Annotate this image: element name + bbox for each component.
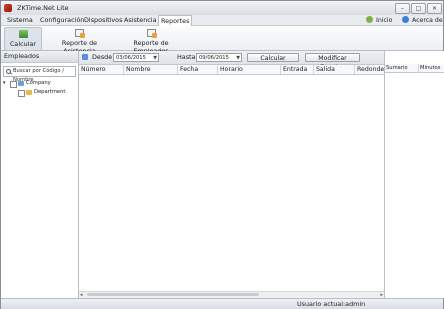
app-logo-icon (4, 4, 12, 12)
column-header-nombre[interactable]: Nombre (124, 65, 178, 74)
title-bar: ZKTime.Net Lite – □ ✕ (1, 1, 443, 15)
calculate-ribbon-button[interactable]: Calcular (4, 27, 42, 51)
about-link-label: Acerca de (412, 17, 443, 24)
menu-sistema[interactable]: Sistema (5, 16, 35, 24)
calculate-button[interactable]: Calcular (247, 53, 299, 62)
attendance-calc-panel: Desde 03/06/2015 ▼ Hasta 09/06/2015 ▼ Ca… (79, 51, 384, 298)
department-folder-icon (26, 90, 32, 95)
attendance-report-button[interactable]: Reporte de Asistencia (46, 27, 113, 55)
menu-dispositivos[interactable]: Dispositivos (82, 16, 124, 24)
to-date-value: 09/06/2015 (199, 55, 229, 61)
ribbon-toolbar: Calcular Reporte de Asistencia Reporte d… (1, 26, 443, 55)
home-link-label: Inicio (376, 17, 393, 24)
tree-node-company[interactable]: ▾ Company (1, 79, 78, 88)
filter-toolbar: Desde 03/06/2015 ▼ Hasta 09/06/2015 ▼ Ca… (79, 51, 384, 71)
chevron-down-icon[interactable]: ▼ (236, 54, 240, 63)
menu-bar: Sistema Configuración Dispositivos Asist… (1, 15, 443, 26)
status-bar: Usuario actual:admin (1, 298, 443, 309)
employee-report-icon (146, 29, 157, 38)
column-header-numero[interactable]: Número (79, 65, 124, 74)
employees-panel-title: Empleados (1, 51, 78, 63)
employee-search-input[interactable]: Buscar por Código / Nombre (3, 66, 76, 83)
about-link[interactable]: Acerca de (402, 16, 443, 24)
column-header-entrada[interactable]: Entrada (281, 65, 314, 74)
close-button[interactable]: ✕ (427, 3, 442, 14)
menu-asistencia[interactable]: Asistencia (122, 16, 159, 24)
current-user-status: Usuario actual:admin (297, 300, 366, 308)
window-title: ZKTime.Net Lite (17, 4, 69, 12)
horizontal-scrollbar[interactable]: ◂ ▸ (79, 291, 384, 298)
column-header-redondeo[interactable]: Redondeo (355, 65, 384, 74)
calculate-ribbon-label: Calcular (9, 40, 37, 48)
employees-panel: Empleados Buscar por Código / Nombre ▾ C… (1, 51, 79, 298)
tree-node-label: Department (34, 89, 66, 95)
calendar-icon (82, 54, 88, 60)
from-date-input[interactable]: 03/06/2015 ▼ (113, 53, 159, 62)
info-icon (402, 16, 409, 23)
from-date-value: 03/06/2015 (116, 55, 146, 61)
summary-panel: Sumario Minutos (384, 51, 444, 298)
attendance-report-icon (75, 29, 85, 38)
search-icon (6, 69, 11, 74)
home-icon (366, 16, 373, 23)
column-header-salida[interactable]: Salida (314, 65, 355, 74)
to-label: Hasta (177, 53, 196, 61)
minimize-button[interactable]: – (395, 3, 410, 14)
maximize-button[interactable]: □ (411, 3, 426, 14)
column-header-horario[interactable]: Horario (218, 65, 281, 74)
column-header-fecha[interactable]: Fecha (178, 65, 218, 74)
chevron-down-icon[interactable]: ▼ (153, 54, 157, 63)
calculator-icon (18, 30, 28, 38)
modify-events-button[interactable]: Modificar Eventos (305, 53, 360, 71)
menu-configuracion[interactable]: Configuración (38, 16, 86, 24)
attendance-grid-body (79, 74, 384, 291)
to-date-input[interactable]: 09/06/2015 ▼ (196, 53, 242, 62)
company-checkbox[interactable] (10, 81, 17, 88)
department-checkbox[interactable] (18, 90, 25, 97)
tree-node-department[interactable]: Department (1, 88, 78, 97)
company-icon (18, 81, 24, 86)
app-window: ZKTime.Net Lite – □ ✕ Sistema Configurac… (0, 0, 444, 309)
from-label: Desde (92, 53, 113, 61)
column-header-minutos[interactable]: Minutos (419, 64, 444, 73)
home-link[interactable]: Inicio (366, 16, 392, 24)
employee-tree: ▾ Company Department (1, 79, 78, 97)
tree-node-label: Company (26, 80, 51, 86)
column-header-sumario[interactable]: Sumario (385, 64, 419, 73)
menu-reportes[interactable]: Reportes (158, 15, 193, 26)
employee-report-button[interactable]: Reporte de Empleados (117, 27, 185, 55)
scrollbar-thumb[interactable] (87, 293, 259, 296)
collapse-toggle-icon[interactable]: ▾ (3, 79, 8, 88)
